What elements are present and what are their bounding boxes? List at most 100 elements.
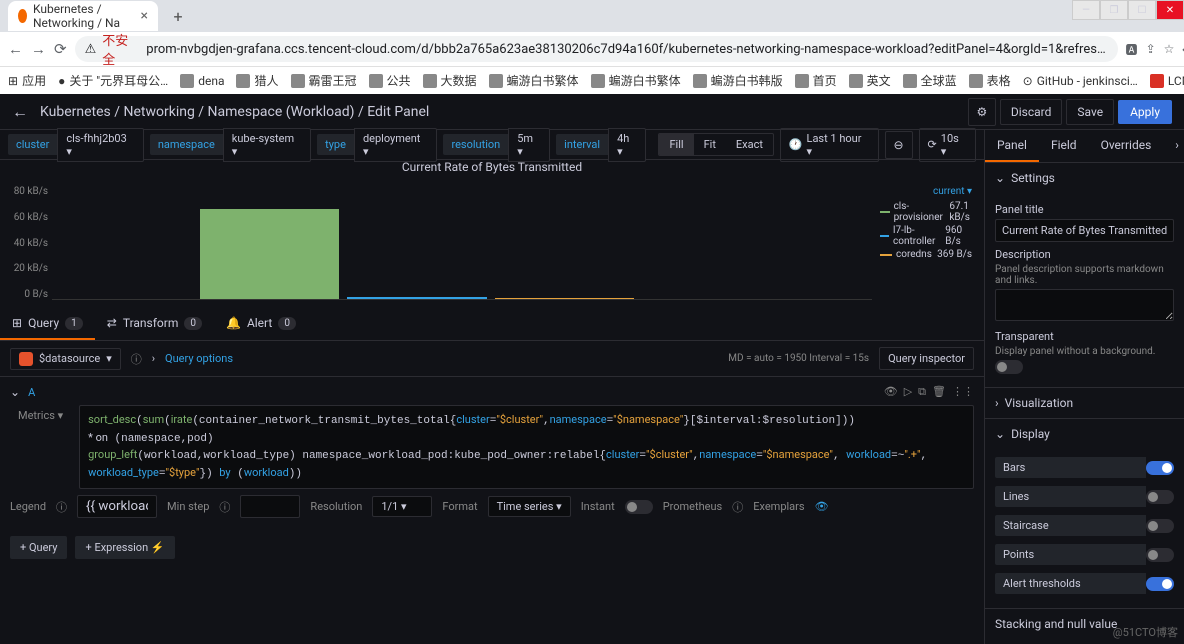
settings-icon[interactable]: ⚙	[968, 98, 996, 126]
panel-title-input[interactable]	[995, 219, 1174, 242]
apps-button[interactable]: ⊞ 应用	[8, 72, 46, 89]
right-tabs: Panel Field Overrides ›	[985, 130, 1184, 163]
translate-icon[interactable]: 🅰	[1126, 38, 1138, 60]
lines-toggle[interactable]	[1146, 490, 1174, 504]
transparent-toggle[interactable]	[995, 360, 1023, 374]
refresh-picker[interactable]: ⟳ 10s ▾	[919, 128, 976, 162]
tab-transform[interactable]: ⇄ Transform 0	[95, 308, 214, 340]
delete-icon[interactable]: 🗑	[932, 385, 946, 399]
run-icon[interactable]: ▷	[904, 385, 912, 399]
legend-item[interactable]: cls-provisioner67.1 kB/s	[880, 201, 972, 223]
exact-button[interactable]: Exact	[726, 134, 773, 155]
toggle-eye-icon[interactable]: 👁	[884, 385, 898, 399]
display-header[interactable]: ⌄Display	[985, 419, 1184, 449]
min-step-input[interactable]	[240, 495, 300, 518]
var-namespace[interactable]: namespace kube-system ▾	[150, 128, 311, 162]
bookmark-item[interactable]: dena	[180, 74, 224, 88]
alert-thresholds-toggle[interactable]	[1146, 577, 1174, 591]
zoom-out-icon[interactable]: ⊖	[885, 131, 913, 159]
browser-tab[interactable]: Kubernetes / Networking / Na ×	[8, 1, 158, 31]
visualization-header[interactable]: ›Visualization	[985, 388, 1184, 418]
tab-panel[interactable]: Panel	[985, 130, 1039, 162]
reload-button[interactable]: ⟳	[54, 38, 67, 60]
bookmark-item[interactable]: 猎人	[236, 72, 278, 89]
save-button[interactable]: Save	[1066, 99, 1114, 125]
duplicate-icon[interactable]: ⧉	[918, 385, 926, 399]
back-arrow-icon[interactable]: ←	[12, 102, 28, 122]
datasource-picker[interactable]: $datasource ▾	[10, 348, 121, 370]
apply-button[interactable]: Apply	[1118, 100, 1172, 124]
forward-button[interactable]: →	[31, 38, 46, 60]
info-icon[interactable]: ⓘ	[732, 499, 743, 515]
add-expression-button[interactable]: + Expression ⚡	[75, 536, 174, 559]
var-cluster[interactable]: cluster cls-fhhj2b03 ▾	[8, 128, 144, 162]
metrics-dropdown[interactable]: Metrics ▾	[10, 405, 71, 495]
format-select[interactable]: Time series ▾	[488, 496, 571, 517]
chart-plot[interactable]	[52, 186, 872, 300]
collapse-icon[interactable]: ⌄	[10, 385, 20, 399]
bookmark-item[interactable]: 蝙游白书韩版	[693, 72, 783, 89]
add-query-button[interactable]: + Query	[10, 536, 67, 559]
bookmark-item[interactable]: 蝙游白书繁体	[489, 72, 579, 89]
grafana-header: ← Kubernetes / Networking / Namespace (W…	[0, 94, 1184, 130]
tab-expand[interactable]: ›	[1163, 130, 1184, 162]
back-button[interactable]: ←	[8, 38, 23, 60]
tab-close-icon[interactable]: ×	[141, 8, 148, 24]
tab-field[interactable]: Field	[1039, 130, 1089, 162]
bookmark-item[interactable]: ● 关于 "元界耳母公…	[58, 72, 168, 89]
expand-icon[interactable]: ›	[152, 352, 155, 365]
star-icon[interactable]: ☆	[1164, 38, 1175, 60]
legend-item[interactable]: coredns369 B/s	[880, 249, 972, 260]
bookmark-item[interactable]: 霸雷王冠	[291, 72, 357, 89]
breadcrumb: Kubernetes / Networking / Namespace (Wor…	[40, 104, 429, 120]
bookmark-item[interactable]: 首页	[795, 72, 837, 89]
minimize-button[interactable]: —	[1072, 0, 1100, 20]
bookmark-item[interactable]: 公共	[369, 72, 411, 89]
bars-toggle[interactable]	[1146, 461, 1174, 475]
discard-button[interactable]: Discard	[1000, 99, 1063, 125]
close-window-button[interactable]: ✕	[1156, 0, 1184, 20]
new-tab-button[interactable]: +	[166, 4, 190, 28]
info-icon[interactable]: ⓘ	[56, 499, 67, 515]
fit-button[interactable]: Fit	[694, 134, 726, 155]
restore-button[interactable]: ❐	[1100, 0, 1128, 20]
right-panel: Panel Field Overrides › ⌄Settings Panel …	[984, 130, 1184, 644]
points-toggle[interactable]	[1146, 548, 1174, 562]
instant-toggle[interactable]	[625, 500, 653, 514]
time-range-picker[interactable]: 🕐 Last 1 hour ▾	[780, 128, 879, 162]
share-icon[interactable]: ⇪	[1146, 38, 1156, 60]
legend-input[interactable]	[77, 495, 157, 518]
resolution-select[interactable]: 1/1 ▾	[372, 496, 432, 517]
bookmark-item[interactable]: 全球蓝	[903, 72, 957, 89]
staircase-toggle[interactable]	[1146, 519, 1174, 533]
legend-header[interactable]: current ▾	[880, 186, 972, 197]
tab-overrides[interactable]: Overrides	[1089, 130, 1164, 162]
var-resolution[interactable]: resolution 5m ▾	[443, 128, 550, 162]
description-textarea[interactable]	[995, 289, 1174, 321]
legend-item[interactable]: l7-lb-controller960 B/s	[880, 225, 972, 247]
url-input[interactable]: ⚠ 不安全 prom-nvbgdjen-grafana.ccs.tencent-…	[75, 36, 1118, 62]
promql-editor[interactable]: sort_desc(sum(irate(container_network_tr…	[79, 405, 974, 489]
query-options-link[interactable]: Query options	[165, 352, 233, 365]
bookmark-item[interactable]: 大数据	[423, 72, 477, 89]
tab-query[interactable]: ⊞ Query 1	[0, 308, 95, 340]
settings-header[interactable]: ⌄Settings	[985, 163, 1184, 193]
var-interval[interactable]: interval 4h ▾	[556, 128, 646, 162]
bookmark-item[interactable]: ⊙ GitHub - jenkinsci…	[1023, 74, 1138, 88]
bookmark-item[interactable]: 蝙游白书繁体	[591, 72, 681, 89]
bookmark-item[interactable]: 表格	[969, 72, 1011, 89]
query-inspector-button[interactable]: Query inspector	[879, 347, 974, 370]
info-icon[interactable]: ⓘ	[131, 351, 142, 367]
var-type[interactable]: type deployment ▾	[317, 128, 437, 162]
maximize-button[interactable]: ☐	[1128, 0, 1156, 20]
variable-bar: cluster cls-fhhj2b03 ▾ namespace kube-sy…	[0, 130, 984, 160]
info-icon[interactable]: ⓘ	[219, 499, 230, 515]
bookmark-item[interactable]: 英文	[849, 72, 891, 89]
drag-icon[interactable]: ⋮⋮	[952, 385, 974, 399]
fill-button[interactable]: Fill	[659, 134, 693, 155]
bookmark-item[interactable]: LCM&K k8s报…	[1150, 72, 1184, 89]
exemplars-icon[interactable]: 👁	[815, 500, 829, 513]
url-text: prom-nvbgdjen-grafana.ccs.tencent-cloud.…	[146, 42, 1107, 57]
insecure-icon: ⚠	[85, 42, 97, 57]
tab-alert[interactable]: 🔔 Alert 0	[214, 308, 308, 340]
